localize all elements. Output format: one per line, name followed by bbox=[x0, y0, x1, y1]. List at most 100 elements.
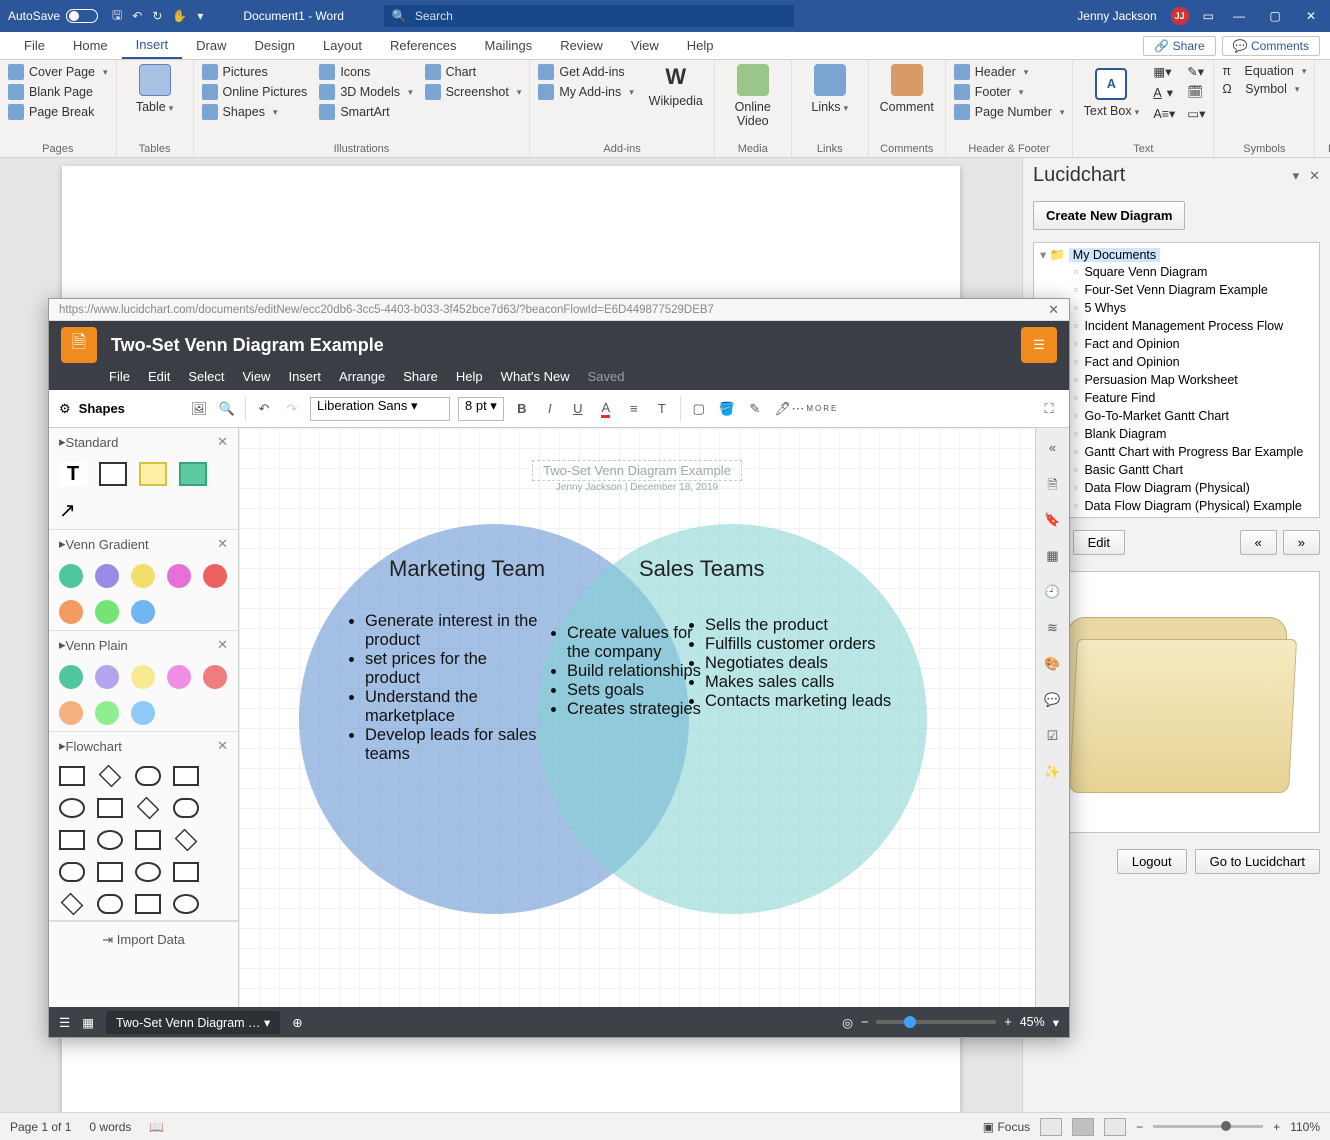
tree-item[interactable]: Data Flow Diagram (Logical) Example bbox=[1040, 515, 1313, 518]
lucidchart-home-icon[interactable]: 🗎 bbox=[61, 327, 97, 363]
chart-button[interactable]: Chart bbox=[425, 64, 522, 80]
collapse-rail-icon[interactable]: « bbox=[1044, 440, 1062, 458]
documents-tree[interactable]: ▾ 📁 My Documents Square Venn DiagramFour… bbox=[1033, 242, 1320, 518]
search-box[interactable]: 🔍 Search bbox=[384, 5, 794, 27]
zoom-menu-icon[interactable]: ▾ bbox=[1053, 1015, 1059, 1030]
focus-mode[interactable]: ▣ Focus bbox=[983, 1120, 1030, 1134]
wikipedia-button[interactable]: WWikipedia bbox=[646, 64, 706, 108]
chip[interactable] bbox=[203, 564, 227, 588]
image-icon[interactable]: 🖼 bbox=[189, 399, 209, 419]
symbol-button[interactable]: Ω Symbol bbox=[1222, 82, 1306, 96]
minimize-icon[interactable]: — bbox=[1228, 9, 1250, 23]
zoom-out-icon[interactable]: − bbox=[861, 1015, 868, 1029]
pictures-button[interactable]: Pictures bbox=[202, 64, 308, 80]
toggle-icon[interactable] bbox=[66, 9, 98, 23]
tree-item[interactable]: Persuasion Map Worksheet bbox=[1040, 371, 1313, 389]
align-icon[interactable]: ≡ bbox=[624, 399, 644, 419]
tree-item[interactable]: Fact and Opinion bbox=[1040, 335, 1313, 353]
chip[interactable] bbox=[131, 564, 155, 588]
tree-item[interactable]: Feature Find bbox=[1040, 389, 1313, 407]
close-icon[interactable]: ✕ bbox=[1300, 9, 1322, 23]
tab-view[interactable]: View bbox=[617, 32, 673, 59]
chip[interactable] bbox=[95, 701, 119, 725]
tab-file[interactable]: File bbox=[10, 32, 59, 59]
chip[interactable] bbox=[203, 665, 227, 689]
section-flow[interactable]: Flowchart bbox=[66, 739, 122, 754]
flow-shape[interactable] bbox=[173, 862, 199, 882]
maximize-icon[interactable]: ▢ bbox=[1264, 9, 1286, 23]
rect-shape[interactable] bbox=[99, 462, 127, 486]
zoom-slider[interactable] bbox=[876, 1020, 996, 1024]
zoom-out-word-icon[interactable]: − bbox=[1136, 1120, 1143, 1134]
footer-button[interactable]: Footer bbox=[954, 84, 1065, 100]
checklist-icon[interactable]: ☑ bbox=[1044, 728, 1062, 746]
smartart-button[interactable]: SmartArt bbox=[319, 104, 412, 120]
goto-lucidchart-button[interactable]: Go to Lucidchart bbox=[1195, 849, 1320, 874]
fullscreen-icon[interactable]: ⛶ bbox=[1039, 399, 1059, 419]
redo-editor-icon[interactable]: ↷ bbox=[282, 399, 302, 419]
tab-references[interactable]: References bbox=[376, 32, 470, 59]
edit-button[interactable]: Edit bbox=[1073, 530, 1125, 555]
models-button[interactable]: 3D Models bbox=[319, 84, 412, 100]
chip[interactable] bbox=[167, 564, 191, 588]
flow-shape[interactable] bbox=[135, 766, 161, 786]
quickparts-icon[interactable]: ▦▾ bbox=[1153, 64, 1175, 79]
dropcap-icon[interactable]: A≡▾ bbox=[1153, 106, 1175, 121]
zoom-in-icon[interactable]: + bbox=[1004, 1015, 1011, 1029]
section-close-icon[interactable]: ✕ bbox=[217, 536, 228, 552]
autosave-toggle[interactable]: AutoSave bbox=[8, 9, 98, 23]
object-icon[interactable]: ▭▾ bbox=[1187, 106, 1205, 121]
menu-select[interactable]: Select bbox=[188, 369, 224, 384]
touch-icon[interactable]: ✋ bbox=[172, 9, 187, 23]
page-count[interactable]: Page 1 of 1 bbox=[10, 1120, 71, 1134]
flow-shape[interactable] bbox=[59, 830, 85, 850]
add-page-icon[interactable]: ⊕ bbox=[292, 1015, 302, 1030]
undo-editor-icon[interactable]: ↶ bbox=[254, 399, 274, 419]
chip[interactable] bbox=[59, 600, 83, 624]
editor-close-icon[interactable]: ✕ bbox=[1048, 302, 1059, 318]
shapes-button[interactable]: Shapes bbox=[202, 104, 308, 120]
section-standard[interactable]: Standard bbox=[66, 435, 119, 450]
tab-insert[interactable]: Insert bbox=[122, 32, 183, 59]
chip[interactable] bbox=[59, 665, 83, 689]
comments-button[interactable]: 💬 Comments bbox=[1222, 36, 1320, 56]
menu-help[interactable]: Help bbox=[456, 369, 483, 384]
my-addins-button[interactable]: My Add-ins bbox=[538, 84, 633, 100]
logout-button[interactable]: Logout bbox=[1117, 849, 1187, 874]
import-data-button[interactable]: ⇥ Import Data bbox=[49, 921, 238, 958]
screenshot-button[interactable]: Screenshot bbox=[425, 84, 522, 100]
chip[interactable] bbox=[95, 665, 119, 689]
ribbon-display-icon[interactable]: ▭ bbox=[1203, 9, 1214, 23]
tab-design[interactable]: Design bbox=[241, 32, 309, 59]
venn-right-bullets[interactable]: Sells the productFulfills customer order… bbox=[685, 616, 905, 711]
cover-page-button[interactable]: Cover Page bbox=[8, 64, 108, 80]
flow-shape[interactable] bbox=[97, 830, 123, 850]
section-close-icon[interactable]: ✕ bbox=[217, 738, 228, 754]
flow-shape[interactable] bbox=[175, 829, 198, 852]
toolbar-more-icon[interactable]: ⋯MORE bbox=[805, 399, 825, 419]
word-zoom-value[interactable]: 110% bbox=[1290, 1120, 1320, 1134]
venn-right-circle[interactable] bbox=[537, 524, 927, 914]
tree-item[interactable]: Fact and Opinion bbox=[1040, 353, 1313, 371]
datetime-icon[interactable]: 🗓 bbox=[1187, 85, 1205, 100]
page-icon[interactable]: 🗎 bbox=[1044, 476, 1062, 494]
layers-icon[interactable]: ≋ bbox=[1044, 620, 1062, 638]
bookmark-icon[interactable]: 🔖 bbox=[1044, 512, 1062, 530]
hamburger-icon[interactable]: ☰ bbox=[1021, 327, 1057, 363]
flow-shape[interactable] bbox=[135, 894, 161, 914]
tree-item[interactable]: 5 Whys bbox=[1040, 299, 1313, 317]
flow-shape[interactable] bbox=[61, 893, 84, 916]
tree-item[interactable]: Data Flow Diagram (Physical) bbox=[1040, 479, 1313, 497]
flow-shape[interactable] bbox=[173, 766, 199, 786]
menu-whatsnew[interactable]: What's New bbox=[501, 369, 570, 384]
tab-review[interactable]: Review bbox=[546, 32, 617, 59]
tree-item[interactable]: Data Flow Diagram (Physical) Example bbox=[1040, 497, 1313, 515]
flow-shape[interactable] bbox=[97, 798, 123, 818]
fill-icon[interactable]: ▢ bbox=[689, 399, 709, 419]
chip[interactable] bbox=[95, 564, 119, 588]
search-shapes-icon[interactable]: 🔍 bbox=[217, 399, 237, 419]
wordart-icon[interactable]: A▾ bbox=[1153, 85, 1175, 100]
signature-icon[interactable]: ✎▾ bbox=[1187, 64, 1205, 79]
venn-right-label[interactable]: Sales Teams bbox=[639, 556, 765, 582]
page-break-button[interactable]: Page Break bbox=[8, 104, 108, 120]
